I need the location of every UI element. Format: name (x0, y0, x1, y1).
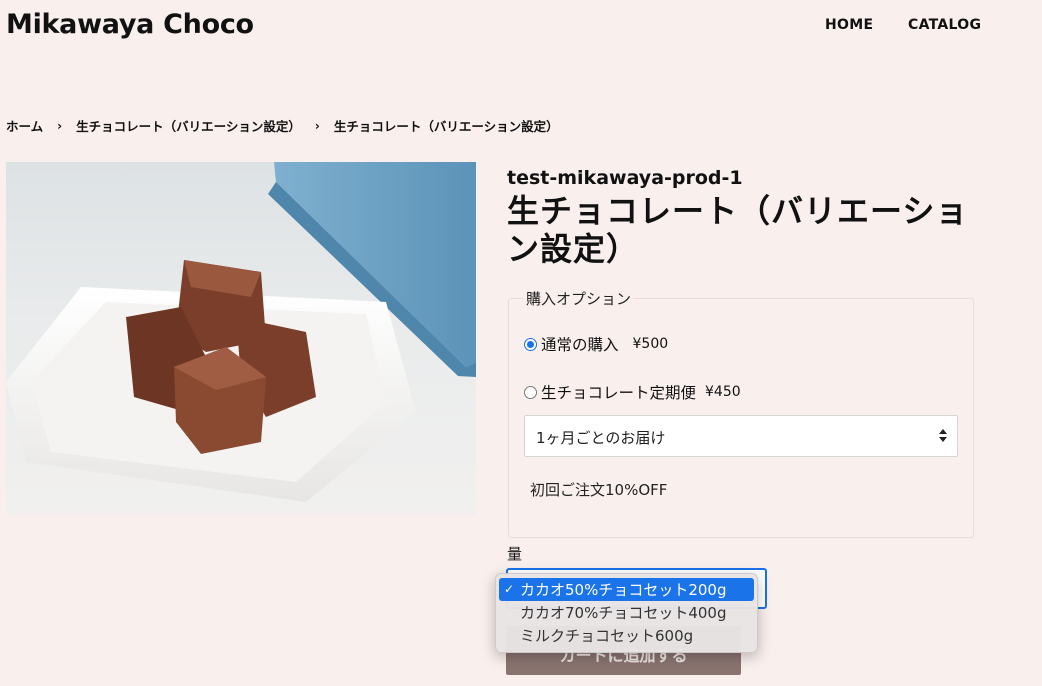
breadcrumb-separator-icon: › (57, 118, 63, 133)
option-label: 通常の購入 (541, 336, 619, 354)
quantity-dropdown-menu: ✓ カカオ50%チョコセット200g カカオ70%チョコセット400g ミルクチ… (495, 573, 758, 653)
dropdown-option[interactable]: ✓ カカオ50%チョコセット200g (499, 578, 754, 601)
delivery-interval-select[interactable]: 1ヶ月ごとのお届け (524, 415, 958, 457)
breadcrumb-category[interactable]: 生チョコレート（バリエーション設定） (76, 116, 301, 135)
breadcrumb-current: 生チョコレート（バリエーション設定） (333, 119, 559, 134)
brand-logo[interactable]: Mikawaya Choco (6, 9, 254, 40)
dropdown-option-label: ミルクチョコセット600g (520, 627, 694, 645)
dropdown-option-label: カカオ50%チョコセット200g (520, 581, 727, 599)
dropdown-option[interactable]: カカオ70%チョコセット400g (499, 601, 754, 624)
product-image (6, 162, 476, 515)
nav-home-link[interactable]: HOME (825, 17, 873, 33)
breadcrumb-home[interactable]: ホーム (6, 116, 43, 135)
dropdown-option[interactable]: ミルクチョコセット600g (499, 624, 754, 647)
product-sku: test-mikawaya-prod-1 (507, 167, 743, 189)
option-price: ¥450 (705, 384, 741, 400)
radio-subscription[interactable] (524, 385, 537, 399)
breadcrumb: ホーム › 生チョコレート（バリエーション設定） › 生チョコレート（バリエーシ… (6, 116, 559, 135)
product-title: 生チョコレート（バリエーション設定） (507, 192, 969, 268)
checkmark-icon: ✓ (504, 582, 515, 596)
interval-value: 1ヶ月ごとのお届け (536, 429, 666, 447)
option-regular-purchase[interactable]: 通常の購入 ¥500 (524, 333, 668, 355)
dropdown-option-label: カカオ70%チョコセット400g (520, 604, 727, 622)
chocolate-product-photo-icon (6, 162, 476, 502)
discount-note: 初回ご注文10%OFF (530, 481, 668, 499)
option-subscription[interactable]: 生チョコレート定期便 ¥450 (524, 381, 741, 403)
select-arrows-icon (939, 429, 948, 445)
breadcrumb-separator-icon: › (314, 118, 320, 133)
option-label: 生チョコレート定期便 (541, 384, 697, 402)
quantity-label: 量 (507, 545, 523, 563)
option-price: ¥500 (632, 336, 669, 352)
purchase-options-legend: 購入オプション (524, 288, 634, 309)
nav-catalog-link[interactable]: CATALOG (908, 17, 981, 33)
site-header: Mikawaya Choco HOME CATALOG (0, 0, 1042, 56)
radio-regular-purchase[interactable] (524, 337, 537, 351)
